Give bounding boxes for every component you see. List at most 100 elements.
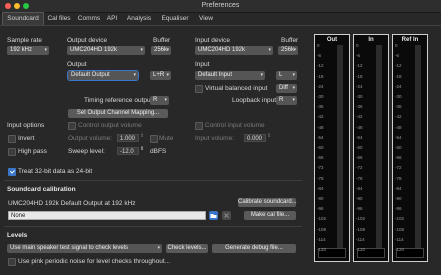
invert-checkbox[interactable] xyxy=(8,135,16,143)
in-meter-title: In xyxy=(368,37,374,43)
high-pass-checkbox[interactable] xyxy=(8,148,16,156)
input-value: Default Input xyxy=(198,72,233,78)
output-channel-select[interactable]: L+R ▾ xyxy=(150,71,171,80)
level-check-signal-select[interactable]: Use main speaker test signal to check le… xyxy=(7,244,162,253)
folder-icon[interactable] xyxy=(209,211,218,220)
loopback-input-value: R xyxy=(279,97,284,103)
check-levels-button[interactable]: Check levels... xyxy=(166,244,208,253)
timing-reference-select[interactable]: R ▾ xyxy=(150,96,169,105)
tab-analysis[interactable]: Analysis xyxy=(124,13,154,25)
input-device-value: UMC204HD 192k xyxy=(198,47,246,53)
soundcard-calibration-title: Soundcard calibration xyxy=(7,186,76,193)
mute-label: Mute xyxy=(159,135,174,142)
input-channel-select[interactable]: L ▾ xyxy=(276,71,297,80)
input-channel-value: L xyxy=(279,72,283,78)
sweep-level-field[interactable]: -12.0 xyxy=(117,147,139,155)
output-device-select[interactable]: UMC204HD 192k ▾ xyxy=(67,46,145,55)
chevron-down-icon: ▾ xyxy=(164,97,167,103)
input-buffer-label: Buffer xyxy=(281,37,299,44)
meter-scale-tick: -24 xyxy=(317,83,324,89)
make-cal-file-button[interactable]: Make cal file... xyxy=(244,211,296,220)
virtual-balanced-select[interactable]: Diff ▾ xyxy=(276,84,297,93)
input-device-label: Input device xyxy=(195,37,231,44)
meter-scale-tick: -108 xyxy=(356,226,366,232)
levels-title: Levels xyxy=(7,232,28,239)
meter-scale-tick: -12 xyxy=(317,63,324,69)
stepper-icon[interactable]: ⇕ xyxy=(267,133,271,139)
meter-scale-tick: -30 xyxy=(356,94,363,99)
input-select[interactable]: Default Input ▾ xyxy=(195,71,265,80)
high-pass-label: High pass xyxy=(18,148,47,155)
meter-scale-tick: -120 xyxy=(317,247,327,252)
meter-scale-tick: -96 xyxy=(356,206,363,212)
stepper-icon[interactable]: ⇕ xyxy=(140,133,144,139)
meter-scale-tick: -6 xyxy=(317,53,322,59)
output-volume-field[interactable]: 1.000 xyxy=(117,134,139,142)
window-title: Preferences xyxy=(201,2,240,9)
input-buffer-select[interactable]: 256k ▾ xyxy=(278,46,298,55)
meter-scale-tick: -90 xyxy=(356,196,363,201)
tab-view[interactable]: View xyxy=(196,13,216,25)
tab-api[interactable]: API xyxy=(104,13,120,25)
meter-scale-tick: 0 xyxy=(395,43,398,48)
title-bar: Preferences xyxy=(0,0,441,13)
pink-noise-checkbox[interactable] xyxy=(8,258,16,266)
meter-scale-tick: -48 xyxy=(395,124,402,130)
output-buffer-select[interactable]: 256k ▾ xyxy=(151,46,171,55)
tab-comms[interactable]: Comms xyxy=(76,13,102,25)
ref-in-meter: Ref In 0 -6 -12 -18 -24 -30 -36 -42 -48 -54 -60 -66… xyxy=(392,34,428,262)
meter-scale-tick: -36 xyxy=(317,104,324,110)
output-label: Output xyxy=(67,61,87,68)
sample-rate-select[interactable]: 192 kHz ▾ xyxy=(7,46,49,55)
generate-debug-file-button[interactable]: Generate debug file... xyxy=(212,244,296,253)
timing-reference-value: R xyxy=(153,97,158,103)
meter-scale-tick: -36 xyxy=(395,104,402,110)
meter-scale-tick: -102 xyxy=(356,216,366,222)
tab-soundcard[interactable]: Soundcard xyxy=(2,12,44,25)
meter-scale-tick: -114 xyxy=(317,236,326,242)
meter-scale-tick: -90 xyxy=(317,196,324,201)
tab-cal-files[interactable]: Cal files xyxy=(44,13,74,25)
meter-scale-tick: -78 xyxy=(356,175,363,181)
control-input-volume-checkbox[interactable] xyxy=(195,122,203,130)
mute-checkbox[interactable] xyxy=(150,135,158,143)
chevron-down-icon: ▾ xyxy=(268,47,271,53)
calibration-file-field[interactable]: None xyxy=(8,211,206,220)
chevron-down-icon: ▾ xyxy=(166,47,169,53)
input-volume-field[interactable]: 0.000 xyxy=(244,134,266,142)
meter-scale-tick: -30 xyxy=(317,94,324,99)
meter-scale-tick: -60 xyxy=(317,145,324,150)
meter-scale-tick: -54 xyxy=(356,134,363,140)
treat-32bit-checkbox[interactable] xyxy=(8,168,16,176)
output-device-value: UMC204HD 192k xyxy=(70,47,118,53)
preferences-window: Preferences Soundcard Cal files Comms AP… xyxy=(0,0,441,275)
input-volume-label: Input volume: xyxy=(195,135,235,142)
input-device-select[interactable]: UMC204HD 192k ▾ xyxy=(195,46,273,55)
stepper-icon[interactable]: ⇕ xyxy=(140,146,144,152)
output-buffer-label: Buffer xyxy=(153,37,171,44)
set-output-channel-mapping-button[interactable]: Set Output Channel Mapping... xyxy=(68,109,168,118)
meter-scale-tick: -120 xyxy=(395,247,405,252)
meter-scale-tick: -114 xyxy=(395,236,404,242)
meter-scale-tick: -66 xyxy=(317,155,324,161)
tab-equaliser[interactable]: Equaliser xyxy=(158,13,192,25)
loopback-input-select[interactable]: R ▾ xyxy=(276,96,297,105)
meter-scale-tick: -12 xyxy=(395,63,402,69)
control-output-volume-checkbox[interactable] xyxy=(68,122,76,130)
virtual-balanced-checkbox[interactable] xyxy=(195,85,203,93)
meter-scale-tick: -24 xyxy=(356,83,363,89)
control-input-volume-label: Control input volume xyxy=(205,122,265,129)
tab-bar: Soundcard Cal files Comms API Analysis E… xyxy=(0,12,441,26)
clear-icon[interactable] xyxy=(222,211,231,220)
sample-rate-label: Sample rate xyxy=(7,37,43,44)
chevron-down-icon: ▾ xyxy=(292,85,295,91)
output-select[interactable]: Default Output ▾ xyxy=(67,70,139,81)
output-device-label: Output device xyxy=(67,37,108,44)
meter-scale-tick: -78 xyxy=(317,175,324,181)
calibrate-soundcard-button[interactable]: Calibrate soundcard... xyxy=(238,198,297,207)
meter-scale-tick: -60 xyxy=(395,145,402,150)
loopback-input-label: Loopback input xyxy=(232,97,277,104)
chevron-down-icon: ▾ xyxy=(140,47,143,53)
meter-scale-tick: -84 xyxy=(395,185,402,191)
meter-scale-tick: -42 xyxy=(395,114,402,120)
